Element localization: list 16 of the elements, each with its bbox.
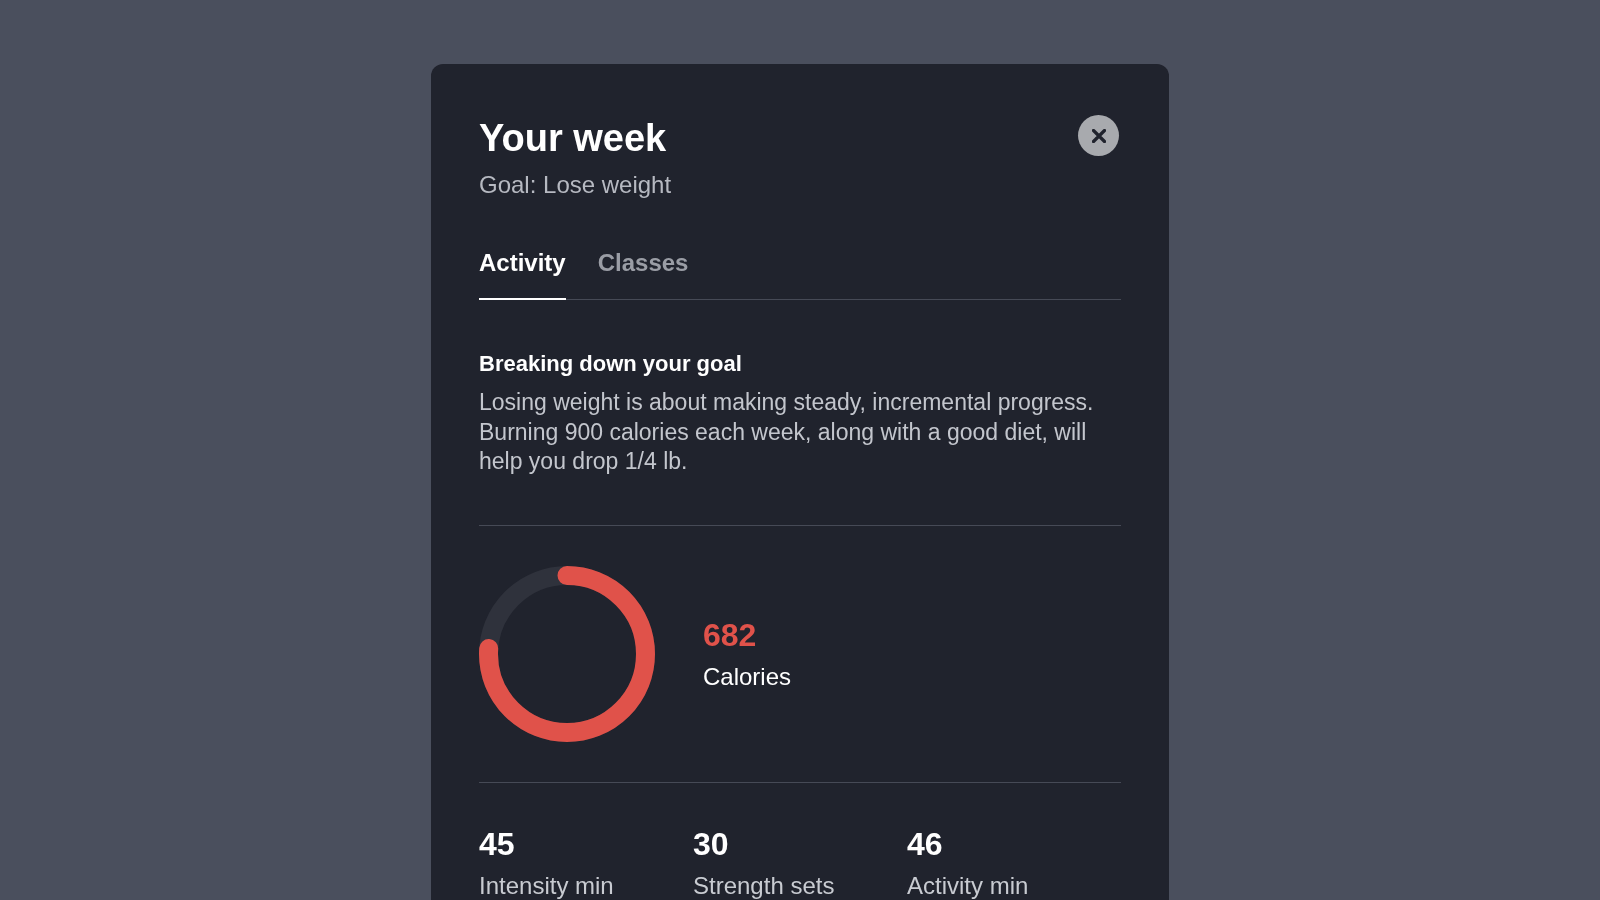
dialog-title: Your week	[479, 116, 668, 161]
tab[interactable]: Activity	[479, 248, 566, 300]
goal-description: Losing weight is about making steady, incremental progress. Burning 900 calories each week, along with a good diet, will help you drop 1/4 lb.	[479, 388, 1095, 476]
calories-label: Calories	[703, 661, 792, 692]
calories-value: 682	[703, 615, 758, 654]
stat-label: Activity min	[907, 872, 1030, 899]
stat-value: 45	[479, 824, 516, 863]
stat-value: 46	[907, 824, 944, 863]
stat-label: Strength sets	[693, 872, 836, 899]
close-icon	[1091, 128, 1106, 143]
section-heading: Breaking down your goal	[479, 350, 743, 378]
tab[interactable]: Classes	[597, 248, 689, 300]
close-button[interactable]	[1078, 115, 1119, 156]
stat-value: 30	[693, 824, 730, 863]
goal-subtitle: Goal: Lose weight	[479, 170, 672, 200]
stat-label: Intensity min	[479, 872, 615, 899]
